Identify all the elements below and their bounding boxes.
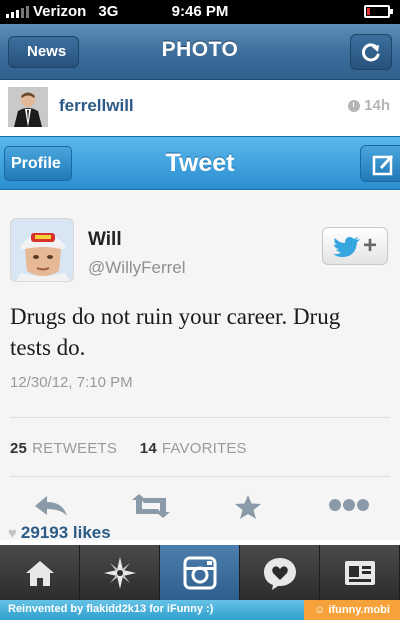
retweets-count: 25 xyxy=(10,440,28,457)
tab-profile[interactable] xyxy=(320,545,400,600)
more-icon xyxy=(329,499,369,511)
watermark-brand: ☺ ifunny.mobi xyxy=(304,600,400,620)
favorites-count: 14 xyxy=(139,440,157,457)
clock-icon xyxy=(348,99,361,112)
refresh-button[interactable] xyxy=(350,34,392,70)
reply-icon xyxy=(35,496,67,516)
tab-explore[interactable] xyxy=(80,545,160,600)
post-time-label: 14h xyxy=(364,97,390,114)
camera-icon xyxy=(183,556,216,589)
compose-icon xyxy=(372,154,394,176)
tweet-stats: 25 RETWEETS 14 FAVORITES xyxy=(10,440,247,457)
retweets-label: RETWEETS xyxy=(32,440,118,457)
tweet-avatar xyxy=(10,218,74,282)
news-heart-icon xyxy=(263,557,296,590)
tweet-author-handle: @WillyFerrel xyxy=(88,258,186,277)
twitter-bird-icon xyxy=(333,237,360,257)
tab-bar xyxy=(0,545,400,600)
divider xyxy=(10,417,390,418)
retweet-icon xyxy=(132,494,170,518)
likes-label: 29193 likes xyxy=(20,523,111,542)
favorites-label: FAVORITES xyxy=(161,440,247,457)
post-photo[interactable]: Profile Tweet Will @WillyFerrel + Drugs … xyxy=(0,130,400,540)
tweet-date: 12/30/12, 7:10 PM xyxy=(10,374,133,391)
tweet-nav-bar: Profile Tweet xyxy=(0,136,400,190)
divider xyxy=(10,476,390,477)
profile-card-icon xyxy=(344,560,375,585)
tweet-text: Drugs do not ruin your career. Drug test… xyxy=(10,304,341,360)
watermark-bar: Reinvented by flakidd2k13 for iFunny :) … xyxy=(0,600,400,620)
nav-bar: News PHOTO xyxy=(0,24,400,80)
tab-news[interactable] xyxy=(240,545,320,600)
star-icon xyxy=(235,495,261,519)
tweet-card: Will @WillyFerrel + Drugs do not ruin yo… xyxy=(0,191,400,540)
home-icon xyxy=(25,560,54,586)
tweet-actions xyxy=(0,494,400,524)
watermark-credit: Reinvented by flakidd2k13 for iFunny :) xyxy=(8,603,214,615)
page-title: PHOTO xyxy=(161,38,239,61)
battery-icon xyxy=(364,5,393,18)
watermark-brand-label: ifunny.mobi xyxy=(328,604,390,616)
smile-icon: ☺ xyxy=(314,604,326,616)
heart-icon: ♥ xyxy=(8,524,17,542)
tweet-author-name: Will xyxy=(88,229,122,250)
follow-button: + xyxy=(322,227,388,265)
tweet-title: Tweet xyxy=(165,149,235,177)
post-time: 14h xyxy=(348,97,390,114)
status-bar: Verizon 3G 9:46 PM xyxy=(0,0,400,24)
tab-camera[interactable] xyxy=(160,545,240,600)
likes-count[interactable]: ♥ 29193 likes xyxy=(8,523,111,543)
post-header: ferrellwill 14h xyxy=(0,80,400,130)
avatar[interactable] xyxy=(8,87,48,127)
refresh-icon xyxy=(362,43,380,62)
follow-plus: + xyxy=(363,232,378,259)
compose-button xyxy=(360,145,400,182)
explore-icon xyxy=(103,556,136,589)
post-username[interactable]: ferrellwill xyxy=(59,96,134,116)
clock-time: 9:46 PM xyxy=(171,3,229,20)
tab-home[interactable] xyxy=(0,545,80,600)
